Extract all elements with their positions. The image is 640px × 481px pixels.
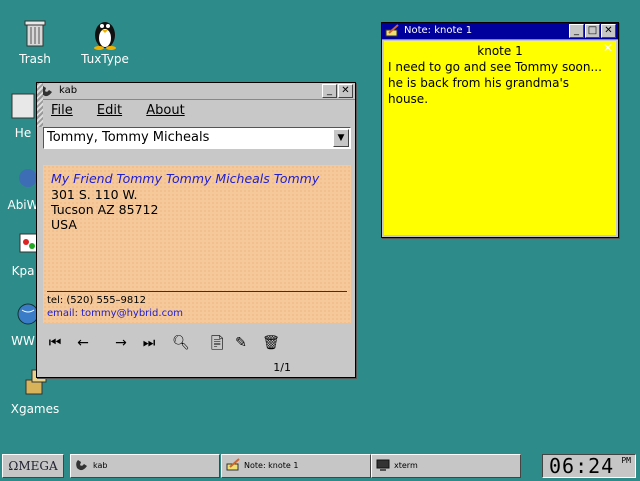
taskbar-item-label: xterm bbox=[394, 461, 418, 470]
pencil-icon bbox=[226, 458, 240, 472]
menu-file[interactable]: File bbox=[51, 103, 73, 118]
window-grip[interactable] bbox=[37, 83, 43, 127]
window-title: Note: knote 1 bbox=[404, 25, 473, 36]
entry-selector[interactable]: Tommy, Tommy Micheals ▼ bbox=[43, 127, 351, 149]
card-divider bbox=[47, 291, 347, 292]
taskbar-item-kab[interactable]: kab bbox=[70, 454, 220, 478]
contact-phone: tel: (520) 555–9812 bbox=[47, 295, 147, 306]
kab-window[interactable]: kab _ ✕ File Edit About Tommy, Tommy Mic… bbox=[36, 82, 356, 378]
minimize-button[interactable]: _ bbox=[322, 84, 337, 98]
taskbar-item-label: Note: knote 1 bbox=[244, 461, 299, 470]
contact-card: My Friend Tommy Tommy Micheals Tommy 301… bbox=[43, 165, 351, 323]
kpaint-icon bbox=[6, 228, 40, 262]
close-icon[interactable]: ✕ bbox=[603, 41, 613, 55]
clock: 06:24 PM bbox=[542, 454, 636, 478]
delete-entry-icon[interactable]: 🗑︎ bbox=[261, 333, 281, 353]
taskbar: ΩMEGA kab Note: knote 1 xterm 06:24 PM bbox=[0, 450, 640, 480]
desktop-icon-tuxtype[interactable]: TuxType bbox=[70, 16, 140, 66]
note-body[interactable]: knote 1 ✕ I need to go and see Tommy soo… bbox=[384, 41, 616, 235]
help-icon bbox=[6, 90, 40, 124]
close-button[interactable]: ✕ bbox=[601, 24, 616, 38]
kab-toolbar: ⏮ ← → ⏭ 🔍︎ 📄︎ ✎ 🗑︎ bbox=[43, 333, 353, 355]
entry-selector-value: Tommy, Tommy Micheals bbox=[47, 130, 210, 145]
note-header: knote 1 bbox=[477, 44, 523, 58]
maximize-button[interactable]: □ bbox=[585, 24, 600, 38]
clock-time: 06:24 bbox=[549, 454, 615, 478]
taskbar-item-knote[interactable]: Note: knote 1 bbox=[221, 454, 371, 478]
last-entry-icon[interactable]: ⏭ bbox=[139, 333, 159, 353]
menu-edit[interactable]: Edit bbox=[97, 103, 122, 118]
next-entry-icon[interactable]: → bbox=[111, 333, 131, 353]
first-entry-icon[interactable]: ⏮ bbox=[45, 333, 65, 353]
search-binoculars-icon[interactable]: 🔍︎ bbox=[171, 333, 191, 353]
note-text[interactable]: I need to go and see Tommy soon... he is… bbox=[384, 58, 616, 108]
desktop-icon-label: Trash bbox=[19, 52, 51, 66]
abiword-icon bbox=[6, 162, 40, 196]
window-title: kab bbox=[59, 85, 78, 96]
phone-icon bbox=[75, 458, 89, 472]
knote-titlebar[interactable]: Note: knote 1 _ □ ✕ bbox=[382, 23, 618, 40]
trash-icon bbox=[18, 16, 52, 50]
chevron-down-icon[interactable]: ▼ bbox=[333, 129, 349, 147]
minimize-button[interactable]: _ bbox=[569, 24, 584, 38]
desktop-icon-label: TuxType bbox=[81, 52, 129, 66]
contact-email[interactable]: email: tommy@hybrid.com bbox=[47, 308, 183, 319]
menu-about[interactable]: About bbox=[146, 103, 184, 118]
start-button[interactable]: ΩMEGA bbox=[2, 454, 64, 478]
address-country: USA bbox=[51, 217, 77, 232]
edit-entry-icon[interactable]: ✎ bbox=[231, 333, 251, 353]
address-line-1: 301 S. 110 W. bbox=[51, 187, 138, 202]
desktop-icon-label: Xgames bbox=[10, 402, 60, 416]
desktop-icon-trash[interactable]: Trash bbox=[0, 16, 70, 66]
clock-ampm: PM bbox=[621, 456, 631, 465]
penguin-icon bbox=[88, 16, 122, 50]
close-button[interactable]: ✕ bbox=[338, 84, 353, 98]
page-indicator: 1/1 bbox=[273, 361, 291, 374]
monitor-icon bbox=[376, 458, 390, 472]
previous-entry-icon[interactable]: ← bbox=[73, 333, 93, 353]
kab-titlebar[interactable]: kab _ ✕ bbox=[37, 83, 355, 100]
menu-bar: File Edit About bbox=[37, 100, 355, 122]
document-icon[interactable]: 📄︎ bbox=[207, 333, 227, 353]
contact-address: 301 S. 110 W. Tucson AZ 85712 USA bbox=[51, 187, 158, 232]
contact-name: My Friend Tommy Tommy Micheals Tommy bbox=[51, 171, 320, 186]
globe-icon bbox=[6, 298, 40, 332]
pencil-icon bbox=[385, 24, 399, 38]
taskbar-item-label: kab bbox=[93, 461, 108, 470]
knote-window[interactable]: Note: knote 1 _ □ ✕ knote 1 ✕ I need to … bbox=[381, 22, 619, 238]
taskbar-item-xterm[interactable]: xterm bbox=[371, 454, 521, 478]
address-line-2: Tucson AZ 85712 bbox=[51, 202, 159, 217]
